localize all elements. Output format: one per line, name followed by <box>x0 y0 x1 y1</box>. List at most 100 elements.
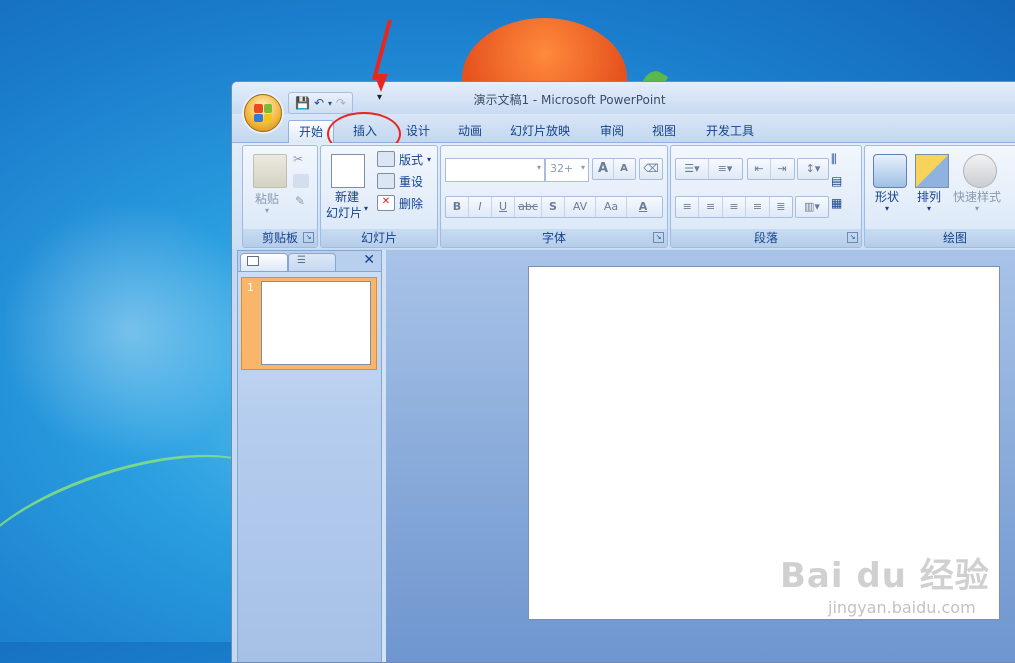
reset-button[interactable]: 重设 <box>377 172 423 190</box>
baidu-watermark: Bai du 经验 <box>780 556 990 596</box>
line-spacing-icon[interactable]: ↕▾ <box>798 159 828 179</box>
slide-thumbnail-selected[interactable]: 1 <box>241 277 377 370</box>
columns-strip: ▥▾ <box>795 196 829 218</box>
slides-group-label: 幻灯片 <box>321 229 437 247</box>
tab-developer[interactable]: 开发工具 <box>698 120 762 142</box>
quick-styles-icon[interactable] <box>963 154 997 188</box>
font-size-value: 32+ <box>550 162 574 175</box>
title-bar: 💾 ↶ ▾ ↷ ▾ 演示文稿1 - Microsoft PowerPoint <box>232 82 1015 114</box>
font-launcher-icon[interactable]: ↘ <box>653 232 664 243</box>
layout-dropdown-icon: ▾ <box>427 154 432 164</box>
tab-slide-show[interactable]: 幻灯片放映 <box>504 120 576 142</box>
new-slide-button-label-2[interactable]: 幻灯片 <box>326 204 362 221</box>
clipboard-group: 粘贴 ▾ ✂ ✎ 剪贴板 ↘ <box>242 145 318 248</box>
list-strip: ☰▾ ≡▾ <box>675 158 743 180</box>
shapes-icon[interactable] <box>873 154 907 188</box>
annotation-arrow-shaft <box>372 19 392 81</box>
desktop-glow <box>0 200 260 460</box>
format-painter-icon[interactable]: ✎ <box>295 194 305 208</box>
align-left-icon[interactable]: ≡ <box>676 197 700 217</box>
tab-design[interactable]: 设计 <box>398 120 438 142</box>
bold-button[interactable]: B <box>446 197 469 217</box>
slides-tab[interactable] <box>240 253 288 271</box>
bullets-icon[interactable]: ☰▾ <box>676 159 709 179</box>
underline-button[interactable]: U <box>492 197 515 217</box>
slides-pane: ☰ ✕ 1 <box>237 250 382 662</box>
italic-button[interactable]: I <box>469 197 492 217</box>
align-right-icon[interactable]: ≡ <box>723 197 747 217</box>
decrease-indent-icon[interactable]: ⇤ <box>748 159 771 179</box>
shrink-font-button[interactable]: A <box>614 159 634 179</box>
font-format-strip: B I U abc S AV Aa A <box>445 196 663 218</box>
paste-dropdown-icon[interactable]: ▾ <box>265 206 269 215</box>
font-group-label: 字体 <box>441 229 667 247</box>
grow-font-button[interactable]: A <box>593 159 614 179</box>
copy-icon[interactable] <box>293 174 309 188</box>
slides-pane-tabs: ☰ ✕ <box>238 251 381 272</box>
font-size-dropdown-icon[interactable]: ▾ <box>581 163 585 172</box>
cut-icon[interactable]: ✂ <box>293 152 303 166</box>
font-color-button[interactable]: A <box>627 197 659 217</box>
smartart-icon[interactable]: ▦ <box>831 196 842 210</box>
delete-button[interactable]: ✕ 删除 <box>377 194 423 212</box>
outline-tab[interactable]: ☰ <box>288 253 336 271</box>
outline-tab-icon: ☰ <box>297 255 306 266</box>
paste-icon[interactable] <box>253 154 287 188</box>
window-title: 演示文稿1 - Microsoft PowerPoint <box>473 93 666 107</box>
drawing-group-label: 绘图 <box>865 229 1015 247</box>
ribbon: 粘贴 ▾ ✂ ✎ 剪贴板 ↘ 新建 幻灯片 ▾ 版式 ▾ 重设 ✕ 删除 幻灯片… <box>232 143 1015 249</box>
font-group: ▾ 32+ ▾ A A ⌫ B I U abc S AV Aa A 字体 ↘ <box>440 145 668 248</box>
numbering-icon[interactable]: ≡▾ <box>709 159 741 179</box>
tab-view[interactable]: 视图 <box>644 120 684 142</box>
character-spacing-button[interactable]: AV <box>565 197 596 217</box>
layout-button[interactable]: 版式 ▾ <box>377 150 431 168</box>
new-slide-button[interactable]: 新建 <box>335 188 359 205</box>
shapes-button[interactable]: 形状 <box>875 188 899 205</box>
paste-button[interactable]: 粘贴 <box>255 190 279 207</box>
indent-strip: ⇤ ⇥ <box>747 158 795 180</box>
strikethrough-button[interactable]: abc <box>515 197 542 217</box>
columns-icon[interactable]: ▥▾ <box>796 197 828 217</box>
tab-animations[interactable]: 动画 <box>450 120 490 142</box>
baidu-watermark-url: jingyan.baidu.com <box>828 598 976 617</box>
text-direction-icon[interactable]: ⫼ <box>831 152 837 167</box>
clear-formatting-strip: ⌫ <box>639 158 663 180</box>
slide-thumbnail[interactable] <box>261 281 371 365</box>
shapes-dropdown-icon[interactable]: ▾ <box>885 204 889 213</box>
distributed-icon[interactable]: ≣ <box>770 197 792 217</box>
layout-icon <box>377 151 395 167</box>
reset-icon <box>377 173 395 189</box>
delete-icon: ✕ <box>377 195 395 211</box>
new-slide-icon[interactable] <box>331 154 365 188</box>
clipboard-launcher-icon[interactable]: ↘ <box>303 232 314 243</box>
paragraph-group: ☰▾ ≡▾ ⇤ ⇥ ↕▾ ⫼ ▤ ▦ ≡ ≡ ≡ ≡ ≣ ▥▾ 段落 ↘ <box>670 145 862 248</box>
close-pane-icon[interactable]: ✕ <box>363 252 375 268</box>
quick-styles-dropdown-icon[interactable]: ▾ <box>975 204 979 213</box>
change-case-button[interactable]: Aa <box>596 197 627 217</box>
slides-group: 新建 幻灯片 ▾ 版式 ▾ 重设 ✕ 删除 幻灯片 <box>320 145 438 248</box>
text-shadow-button[interactable]: S <box>542 197 565 217</box>
font-name-dropdown-icon[interactable]: ▾ <box>537 163 541 172</box>
arrange-dropdown-icon[interactable]: ▾ <box>927 204 931 213</box>
line-spacing-strip: ↕▾ <box>797 158 829 180</box>
justify-icon[interactable]: ≡ <box>746 197 770 217</box>
slide-number: 1 <box>247 281 254 294</box>
paragraph-launcher-icon[interactable]: ↘ <box>847 232 858 243</box>
annotation-arrow-head <box>374 74 388 92</box>
align-center-icon[interactable]: ≡ <box>699 197 723 217</box>
new-slide-dropdown-icon[interactable]: ▾ <box>364 204 368 213</box>
tab-review[interactable]: 审阅 <box>592 120 632 142</box>
arrange-button[interactable]: 排列 <box>917 188 941 205</box>
alignment-strip: ≡ ≡ ≡ ≡ ≣ <box>675 196 793 218</box>
office-button[interactable] <box>244 94 282 132</box>
paragraph-group-label: 段落 <box>671 229 861 247</box>
arrange-icon[interactable] <box>915 154 949 188</box>
increase-indent-icon[interactable]: ⇥ <box>771 159 793 179</box>
slides-tab-icon <box>247 256 259 266</box>
clear-formatting-icon[interactable]: ⌫ <box>640 159 662 179</box>
font-size-box[interactable]: 32+ ▾ <box>545 158 589 182</box>
align-text-icon[interactable]: ▤ <box>831 174 842 188</box>
quick-styles-button[interactable]: 快速样式 <box>953 188 1001 205</box>
office-logo-icon <box>254 104 272 122</box>
font-name-box[interactable]: ▾ <box>445 158 545 182</box>
